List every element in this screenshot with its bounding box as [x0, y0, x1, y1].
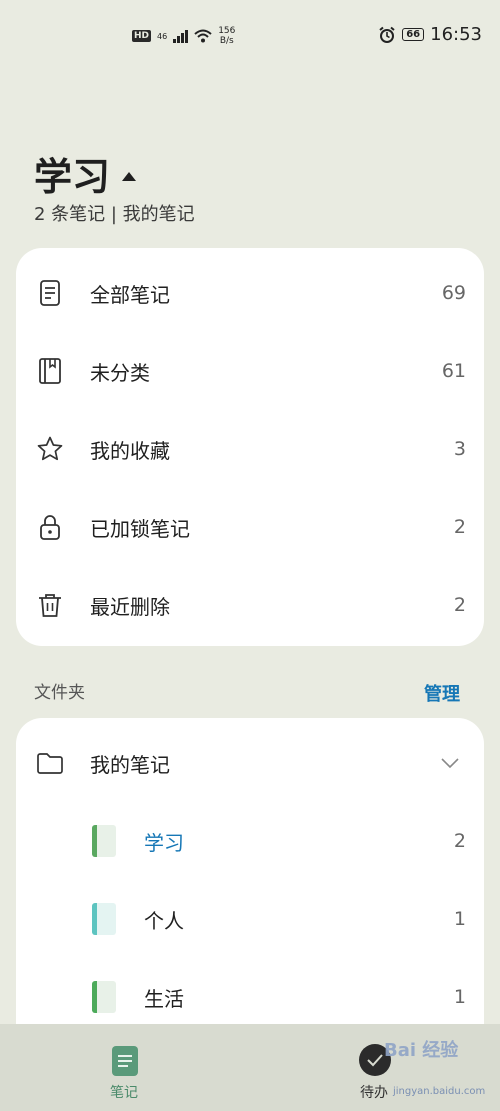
page-subtitle: 2 条笔记 | 我的笔记	[34, 204, 195, 225]
category-label: 我的收藏	[90, 438, 170, 463]
signal-type: 46	[157, 31, 168, 41]
subfolder-personal[interactable]: 个人 1	[16, 880, 484, 958]
watermark-url: jingyan.baidu.com	[393, 1086, 486, 1097]
subfolder-label: 学习	[144, 830, 184, 855]
folder-icon	[37, 753, 63, 774]
speed-unit: B/s	[219, 36, 234, 46]
speed-value: 156	[218, 26, 236, 36]
manage-button[interactable]: 管理	[424, 680, 460, 706]
todo-tab-label[interactable]: 待办	[360, 1082, 388, 1102]
folder-title[interactable]: 学习	[34, 146, 137, 201]
network-speed: 156 B/s	[218, 26, 235, 46]
folder-color-tag	[92, 903, 116, 935]
chevron-down-icon[interactable]	[440, 757, 460, 769]
book-icon	[39, 358, 61, 384]
category-label: 全部笔记	[90, 282, 170, 307]
category-all-notes[interactable]: 全部笔记 69	[16, 254, 484, 332]
status-bar: HD 46 156 B/s 66 16:53	[0, 24, 500, 52]
status-right: 66 16:53	[378, 24, 482, 45]
category-label: 已加锁笔记	[90, 516, 190, 541]
folders-section-title: 文件夹	[34, 683, 85, 703]
folder-my-notes[interactable]: 我的笔记	[16, 724, 484, 802]
subfolder-label: 生活	[144, 986, 184, 1011]
category-count: 61	[441, 360, 466, 382]
category-label: 未分类	[90, 360, 150, 385]
category-count: 3	[453, 438, 466, 460]
category-count: 2	[453, 594, 466, 616]
category-count: 69	[441, 282, 466, 304]
watermark-logo: Bai 经验	[384, 1040, 459, 1061]
notes-tab-label[interactable]: 笔记	[110, 1082, 138, 1102]
subfolder-count: 1	[453, 908, 466, 930]
clock: 16:53	[430, 24, 482, 45]
battery-indicator: 66	[402, 28, 425, 41]
signal-icon	[173, 29, 189, 43]
folder-color-tag	[92, 981, 116, 1013]
note-icon	[40, 280, 60, 306]
category-locked[interactable]: 已加锁笔记 2	[16, 488, 484, 566]
category-count: 2	[453, 516, 466, 538]
subfolder-label: 个人	[144, 908, 184, 933]
folder-label: 我的笔记	[90, 752, 170, 777]
folder-color-tag	[92, 825, 116, 857]
hd-badge: HD	[132, 30, 152, 42]
category-recently-deleted[interactable]: 最近删除 2	[16, 566, 484, 644]
folder-card: 我的笔记 学习 2 个人 1 生活 1	[16, 718, 484, 1028]
caret-up-icon[interactable]	[122, 172, 137, 181]
notes-tab-icon[interactable]	[112, 1046, 138, 1076]
lock-icon	[40, 515, 60, 540]
category-label: 最近删除	[90, 594, 170, 619]
subfolder-study[interactable]: 学习 2	[16, 802, 484, 880]
alarm-icon	[379, 26, 395, 43]
category-card: 全部笔记 69 未分类 61 我的收藏 3 已加锁笔记 2 最近删除 2	[16, 248, 484, 646]
page-title: 学习	[34, 155, 111, 199]
trash-icon	[39, 594, 61, 617]
subfolder-count: 2	[453, 830, 466, 852]
status-left: HD 46 156 B/s	[132, 26, 235, 46]
star-icon	[37, 436, 63, 461]
subfolder-count: 1	[453, 986, 466, 1008]
wifi-icon	[194, 29, 212, 43]
category-uncategorized[interactable]: 未分类 61	[16, 332, 484, 410]
category-favorites[interactable]: 我的收藏 3	[16, 410, 484, 488]
